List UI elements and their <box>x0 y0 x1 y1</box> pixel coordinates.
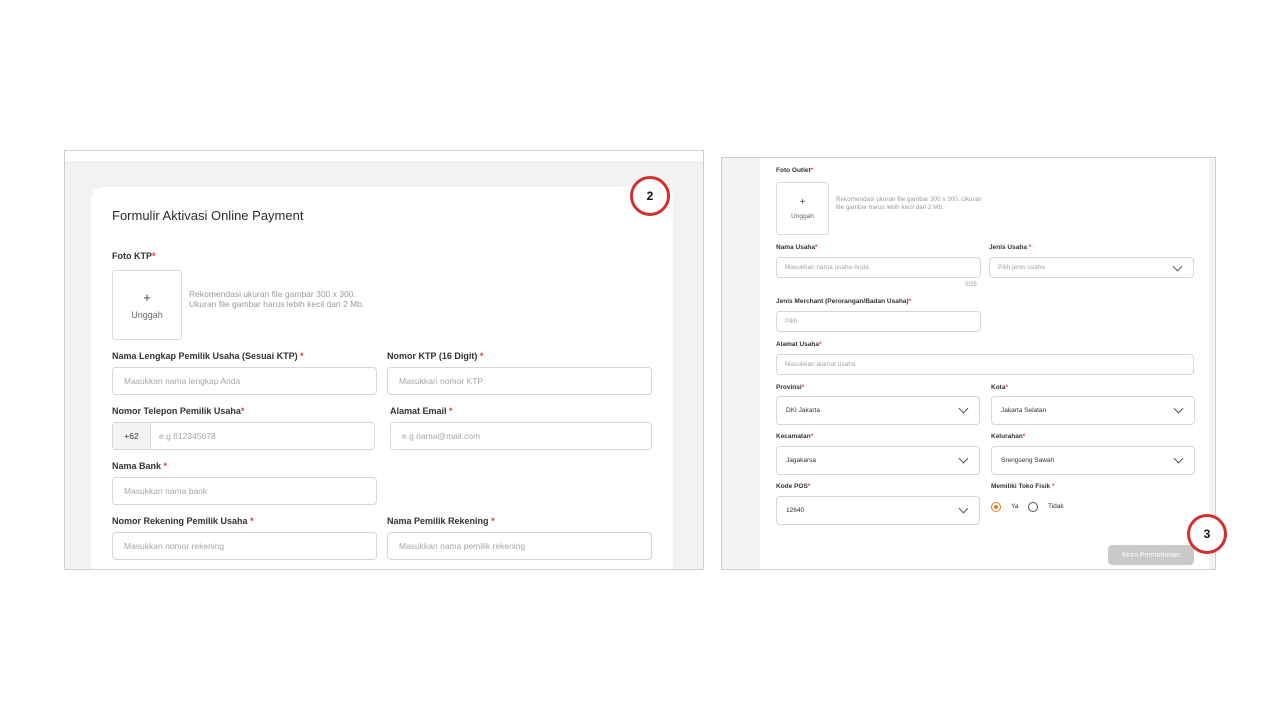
alamat-usaha-label: Alamat Usaha* <box>776 341 822 348</box>
kota-select[interactable]: Jakarta Selatan <box>991 396 1195 425</box>
kecamatan-select[interactable]: Jagakarsa <box>776 446 980 475</box>
upload-hint: Rekomendasi ukuran file gambar 300 x 300… <box>189 289 365 310</box>
nama-lengkap-label: Nama Lengkap Pemilik Usaha (Sesuai KTP) … <box>112 351 304 361</box>
alamat-usaha-input[interactable]: Masukkan alamat usaha <box>776 354 1194 375</box>
activation-form-card: Formulir Aktivasi Online Payment Foto KT… <box>91 187 673 569</box>
chevron-down-icon <box>958 503 969 514</box>
activation-form-panel-right: Foto Outlet* + Unggah Rekomendasi ukuran… <box>721 157 1216 570</box>
foto-ktp-upload-button[interactable]: + Unggah <box>112 270 182 340</box>
nomor-rekening-label: Nomor Rekening Pemilik Usaha * <box>112 516 254 526</box>
kecamatan-label: Kecamatan* <box>776 433 814 440</box>
activation-form-panel-left: Formulir Aktivasi Online Payment Foto KT… <box>64 150 704 570</box>
jenis-usaha-label: Jenis Usaha * <box>989 244 1032 251</box>
kelurahan-label: Kelurahan* <box>991 433 1026 440</box>
chevron-down-icon <box>958 453 969 464</box>
email-input[interactable]: e.g nama@mail.com <box>390 422 652 450</box>
provinsi-select[interactable]: DKI Jakarta <box>776 396 980 425</box>
nama-usaha-input[interactable]: Masukkan nama usaha Anda <box>776 257 981 278</box>
nama-usaha-counter: 0/25 <box>965 282 977 288</box>
telepon-label: Nomor Telepon Pemilik Usaha* <box>112 406 245 416</box>
provinsi-label: Provinsi* <box>776 384 805 391</box>
nama-usaha-label: Nama Usaha* <box>776 244 818 251</box>
chevron-down-icon <box>1173 403 1184 414</box>
radio-tidak-label: Tidak <box>1048 503 1064 510</box>
kode-pos-label: Kode POS* <box>776 483 811 490</box>
radio-tidak[interactable] <box>1028 502 1038 512</box>
jenis-merchant-label: Jenis Merchant (Perorangan/Badan Usaha)* <box>776 298 912 305</box>
nomor-rekening-input[interactable]: Masukkan nomor rekening <box>112 532 377 560</box>
toko-fisik-label: Memiliki Toko Fisik * <box>991 483 1055 490</box>
nama-bank-input[interactable]: Masukkan nama bank <box>112 477 377 505</box>
jenis-usaha-select[interactable]: Pilih jenis usaha <box>989 257 1194 278</box>
chevron-down-icon <box>1172 261 1183 272</box>
step-badge-2: 2 <box>630 176 670 216</box>
upload-label: Unggah <box>131 309 163 320</box>
nama-bank-label: Nama Bank * <box>112 461 168 471</box>
radio-ya-label: Ya <box>1011 503 1019 510</box>
country-code-prefix: +62 <box>113 423 151 449</box>
jenis-merchant-select[interactable]: Pilih <box>776 311 981 332</box>
chevron-down-icon <box>1173 453 1184 464</box>
kode-pos-select[interactable]: 12640 <box>776 496 980 525</box>
business-form-card: Foto Outlet* + Unggah Rekomendasi ukuran… <box>760 158 1209 569</box>
foto-ktp-label: Foto KTP* <box>112 251 156 261</box>
foto-outlet-upload-button[interactable]: + Unggah <box>776 182 829 235</box>
nomor-ktp-input[interactable]: Masukkan nomor KTP <box>387 367 652 395</box>
step-badge-3: 3 <box>1187 514 1227 554</box>
plus-icon: + <box>799 196 806 208</box>
chevron-down-icon <box>958 403 969 414</box>
nama-lengkap-input[interactable]: Masukkan nama lengkap Anda <box>112 367 377 395</box>
nama-pemilik-rekening-label: Nama Pemilik Rekening * <box>387 516 495 526</box>
email-label: Alamat Email * <box>390 406 453 416</box>
radio-ya[interactable] <box>991 502 1001 512</box>
foto-outlet-label: Foto Outlet* <box>776 167 814 174</box>
nama-pemilik-rekening-input[interactable]: Masukkan nama pemilik rekening <box>387 532 652 560</box>
plus-icon: + <box>143 289 151 305</box>
telepon-input[interactable]: +62 e.g 812345678 <box>112 422 375 450</box>
upload-label: Unggah <box>791 212 814 220</box>
top-strip <box>65 151 703 161</box>
kelurahan-select[interactable]: Srengseng Sawah <box>991 446 1195 475</box>
form-title: Formulir Aktivasi Online Payment <box>112 208 304 223</box>
kota-label: Kota* <box>991 384 1008 391</box>
upload-hint: Rekomendasi ukuran file gambar 300 x 300… <box>836 196 982 211</box>
nomor-ktp-label: Nomor KTP (16 Digit) * <box>387 351 484 361</box>
kirim-permohonan-button[interactable]: Kirim Permohonan <box>1108 545 1194 565</box>
